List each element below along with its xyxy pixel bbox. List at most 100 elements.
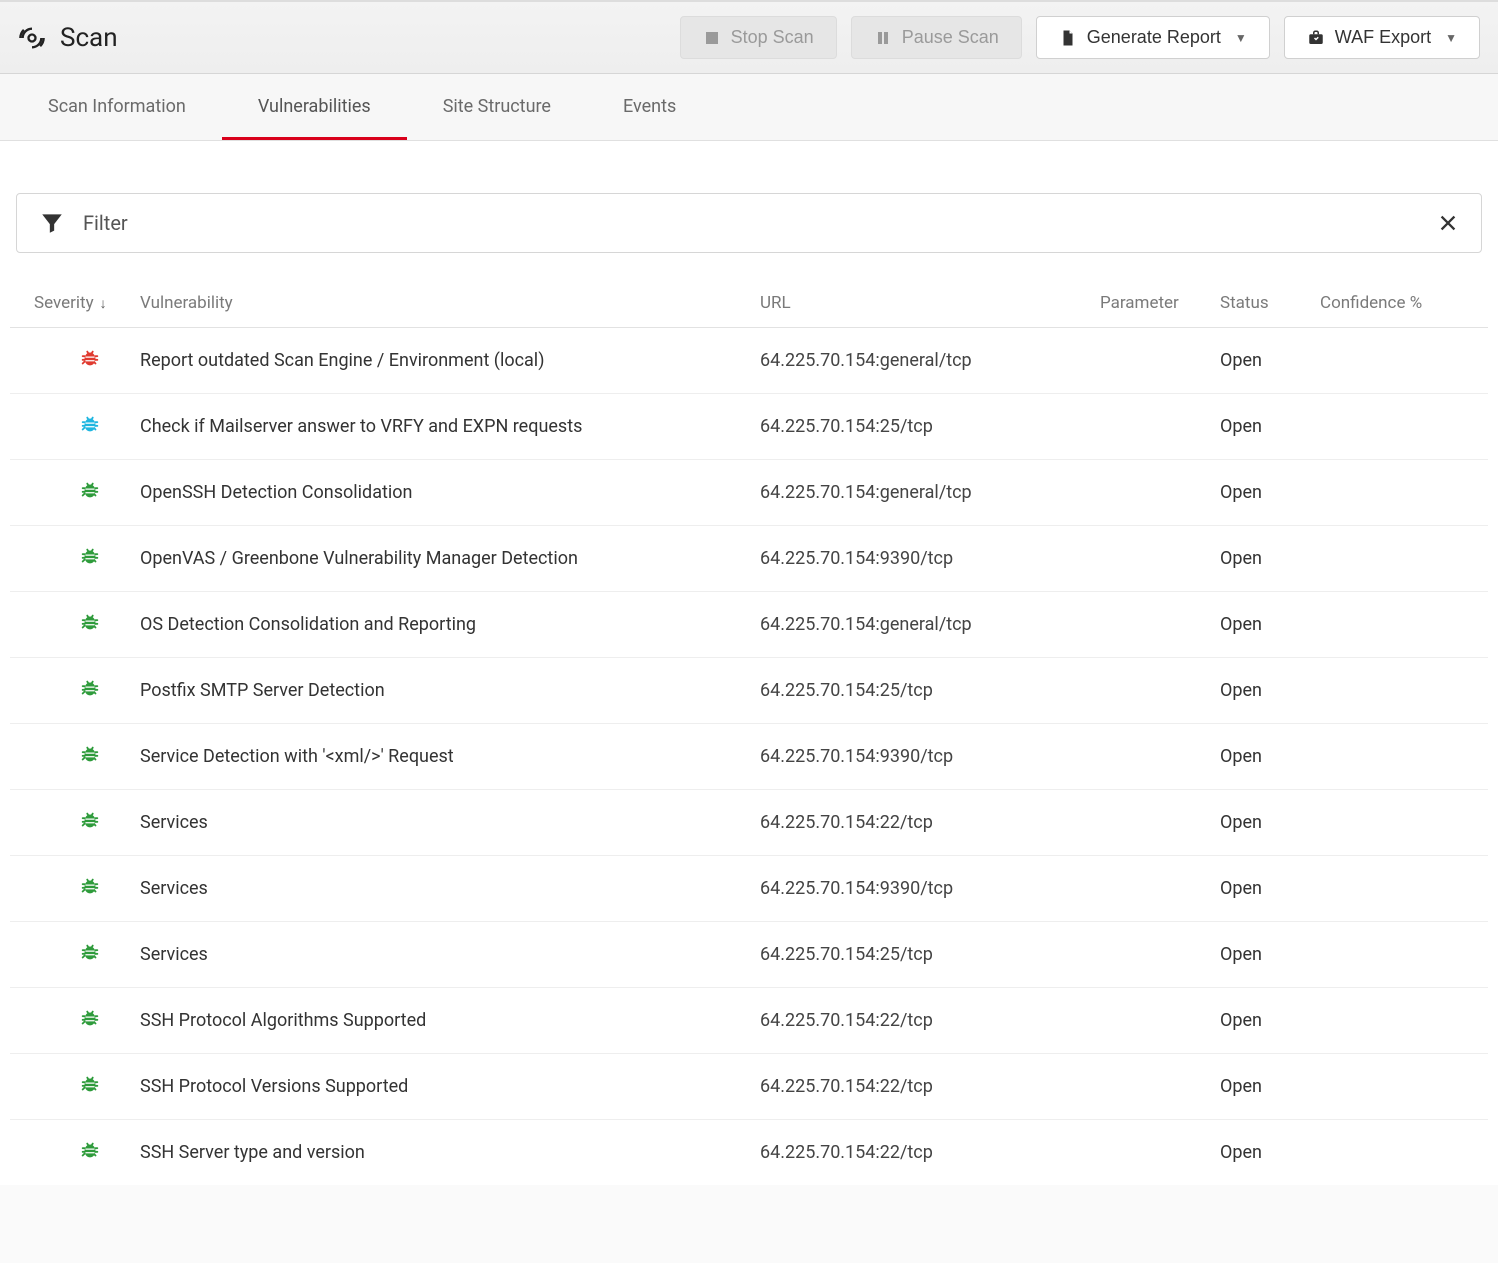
bug-icon [79,1073,101,1100]
table-row[interactable]: Services64.225.70.154:25/tcpOpen [10,921,1488,987]
filter-bar[interactable]: Filter [16,193,1482,253]
status-cell: Open [1220,1076,1320,1097]
col-vulnerability[interactable]: Vulnerability [140,293,760,313]
col-confidence[interactable]: Confidence % [1320,293,1480,313]
vulnerability-cell: OpenVAS / Greenbone Vulnerability Manage… [140,548,760,569]
bug-icon [79,1007,101,1034]
table-header: Severity ↓ Vulnerability URL Parameter S… [10,283,1488,327]
url-cell: 64.225.70.154:22/tcp [760,812,1100,833]
table-body: Report outdated Scan Engine / Environmen… [10,327,1488,1185]
briefcase-icon [1307,29,1325,47]
col-status[interactable]: Status [1220,293,1320,313]
vulnerability-cell: Services [140,944,760,965]
stop-icon [703,29,721,47]
status-cell: Open [1220,680,1320,701]
table-row[interactable]: Services64.225.70.154:22/tcp Open [10,789,1488,855]
vulnerability-cell: Service Detection with '<xml/>' Request [140,746,760,767]
topbar-actions: Stop Scan Pause Scan Generate Report ▼ W… [680,16,1480,59]
table-row[interactable]: SSH Server type and version64.225.70.154… [10,1119,1488,1185]
bug-icon [79,413,101,440]
radar-icon [18,24,46,52]
bug-icon [79,875,101,902]
vulnerability-cell: Report outdated Scan Engine / Environmen… [140,350,760,371]
bug-icon [79,677,101,704]
url-cell: 64.225.70.154:9390/tcp [760,878,1100,899]
status-cell: Open [1220,548,1320,569]
severity-cell [10,1007,140,1034]
page-title: Scan [60,23,118,53]
vulnerability-cell: SSH Protocol Versions Supported [140,1076,760,1097]
severity-cell [10,413,140,440]
stop-scan-button[interactable]: Stop Scan [680,16,837,59]
status-cell: Open [1220,482,1320,503]
status-cell: Open [1220,812,1320,833]
severity-cell [10,479,140,506]
url-cell: 64.225.70.154:25/tcp [760,416,1100,437]
table-row[interactable]: OS Detection Consolidation and Reporting… [10,591,1488,657]
bug-icon [79,1139,101,1166]
bug-icon [79,545,101,572]
stop-scan-label: Stop Scan [731,27,814,48]
generate-report-label: Generate Report [1087,27,1221,48]
table-row[interactable]: SSH Protocol Algorithms Supported64.225.… [10,987,1488,1053]
severity-cell [10,677,140,704]
vulnerability-cell: SSH Server type and version [140,1142,760,1163]
bug-icon [79,809,101,836]
url-cell: 64.225.70.154:22/tcp [760,1076,1100,1097]
vulnerability-cell: OS Detection Consolidation and Reporting [140,614,760,635]
vulnerability-cell: Services [140,812,760,833]
severity-cell [10,611,140,638]
url-cell: 64.225.70.154:9390/tcp [760,548,1100,569]
content-area: Filter Severity ↓ Vulnerability URL Para… [0,141,1498,1185]
close-icon[interactable] [1437,212,1459,234]
url-cell: 64.225.70.154:general/tcp [760,482,1100,503]
bug-icon [79,941,101,968]
status-cell: Open [1220,878,1320,899]
bug-icon [79,479,101,506]
funnel-icon [39,210,65,236]
table-row[interactable]: SSH Protocol Versions Supported64.225.70… [10,1053,1488,1119]
severity-cell [10,809,140,836]
table-row[interactable]: Service Detection with '<xml/>' Request6… [10,723,1488,789]
pause-scan-label: Pause Scan [902,27,999,48]
severity-cell [10,743,140,770]
url-cell: 64.225.70.154:22/tcp [760,1142,1100,1163]
vulnerability-cell: OpenSSH Detection Consolidation [140,482,760,503]
chevron-down-icon: ▼ [1445,31,1457,45]
url-cell: 64.225.70.154:general/tcp [760,614,1100,635]
document-icon [1059,29,1077,47]
bug-icon [79,347,101,374]
url-cell: 64.225.70.154:9390/tcp [760,746,1100,767]
waf-export-label: WAF Export [1335,27,1431,48]
pause-scan-button[interactable]: Pause Scan [851,16,1022,59]
generate-report-button[interactable]: Generate Report ▼ [1036,16,1270,59]
table-row[interactable]: Check if Mailserver answer to VRFY and E… [10,393,1488,459]
table-row[interactable]: Services64.225.70.154:9390/tcp Open [10,855,1488,921]
table-row[interactable]: OpenSSH Detection Consolidation64.225.70… [10,459,1488,525]
severity-cell [10,347,140,374]
url-cell: 64.225.70.154:25/tcp [760,680,1100,701]
status-cell: Open [1220,944,1320,965]
waf-export-button[interactable]: WAF Export ▼ [1284,16,1480,59]
vulnerability-cell: Postfix SMTP Server Detection [140,680,760,701]
tab-events[interactable]: Events [587,74,712,140]
col-url[interactable]: URL [760,293,1100,313]
url-cell: 64.225.70.154:general/tcp [760,350,1100,371]
topbar-left: Scan [18,23,118,53]
table-row[interactable]: Report outdated Scan Engine / Environmen… [10,327,1488,393]
tab-vulnerabilities[interactable]: Vulnerabilities [222,74,407,140]
vulnerabilities-table: Severity ↓ Vulnerability URL Parameter S… [10,283,1488,1185]
tab-scan-information[interactable]: Scan Information [12,74,222,140]
tab-site-structure[interactable]: Site Structure [407,74,587,140]
topbar: Scan Stop Scan Pause Scan Generate Repor… [0,0,1498,74]
pause-icon [874,29,892,47]
table-row[interactable]: OpenVAS / Greenbone Vulnerability Manage… [10,525,1488,591]
severity-cell [10,545,140,572]
table-row[interactable]: Postfix SMTP Server Detection64.225.70.1… [10,657,1488,723]
status-cell: Open [1220,1010,1320,1031]
col-severity[interactable]: Severity ↓ [10,293,140,313]
col-parameter[interactable]: Parameter [1100,293,1220,313]
url-cell: 64.225.70.154:22/tcp [760,1010,1100,1031]
vulnerability-cell: Services [140,878,760,899]
vulnerability-cell: SSH Protocol Algorithms Supported [140,1010,760,1031]
